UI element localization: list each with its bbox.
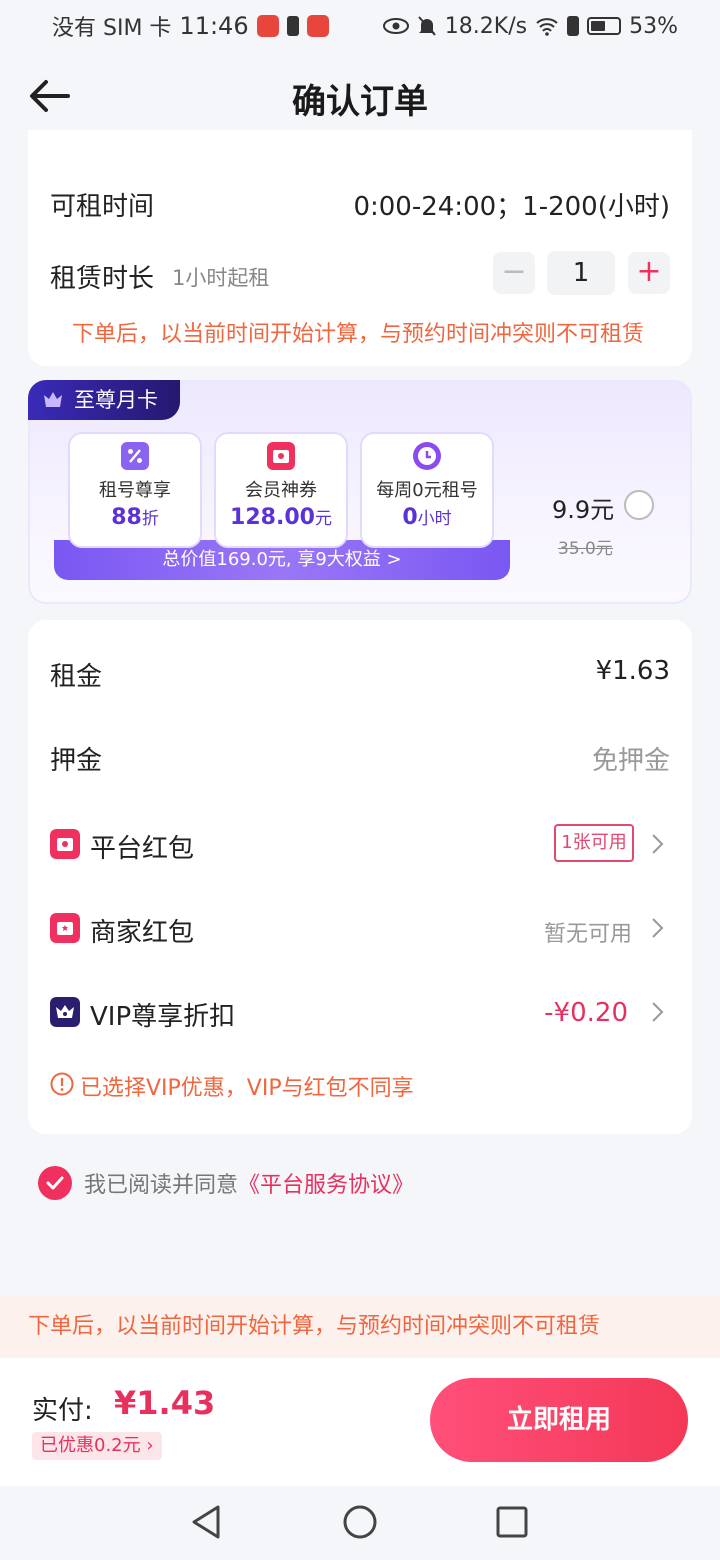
clock-icon [413, 442, 441, 470]
deposit-label: 押金 [50, 746, 103, 776]
benefit-value: 88折 [70, 504, 200, 530]
nav-back-icon[interactable] [190, 1504, 222, 1540]
pay-label: 实付: [32, 1396, 93, 1426]
clock: 11:46 [179, 12, 249, 40]
benefit-number: 0 [402, 505, 418, 530]
increase-button[interactable]: + [628, 252, 670, 294]
rent-value: ¥1.63 [595, 656, 670, 686]
app-notification-icon [306, 15, 329, 37]
page-title: 确认订单 [292, 82, 428, 122]
duration-hint: 1小时起租 [172, 266, 270, 290]
battery-level: 53% [629, 13, 678, 39]
checkbox-checked-icon[interactable] [38, 1166, 72, 1200]
carrier-text: 没有 SIM 卡 [52, 16, 172, 41]
quantity-value[interactable]: 1 [547, 251, 615, 295]
vip-select-radio[interactable] [624, 490, 654, 520]
merchant-red-packet-icon [50, 913, 80, 943]
duration-label: 租赁时长 [50, 264, 155, 294]
checkout-bar: 实付: ¥1.43 已优惠0.2元 › 立即租用 [0, 1358, 720, 1486]
rental-warning: 下单后，以当前时间开始计算，与预约时间冲突则不可租赁 [72, 322, 645, 347]
vip-tag: 至尊月卡 [28, 380, 180, 420]
benefit-title: 会员神券 [245, 480, 317, 501]
benefit-title: 每周0元租号 [376, 480, 478, 501]
saved-tag[interactable]: 已优惠0.2元 › [32, 1432, 162, 1460]
red-packet-icon [50, 829, 80, 859]
benefit-item: 每周0元租号 0小时 [360, 432, 494, 548]
merchant-coupon-label[interactable]: 商家红包 [90, 912, 194, 949]
app-notification-icon [256, 15, 279, 37]
vip-original-price: 35.0元 [558, 539, 613, 559]
alert-icon [567, 16, 580, 36]
benefit-panel[interactable]: 总价值169.0元, 享9大权益 > 租号尊享 88折 会员神券 128.00元… [54, 432, 510, 580]
chevron-right-icon[interactable] [651, 917, 665, 939]
chevron-right-icon: › [140, 1435, 154, 1456]
agreement-row[interactable]: 我已阅读并同意《平台服务协议》 [38, 1166, 414, 1200]
deposit-value: 免押金 [591, 746, 670, 776]
system-nav-bar [0, 1486, 720, 1560]
network-speed: 18.2K/s [444, 13, 528, 39]
benefit-number: 88 [111, 505, 142, 530]
saved-text: 已优惠0.2元 [40, 1435, 141, 1456]
available-time-value: 0:00-24:00；1-200(小时) [353, 192, 670, 222]
wifi-icon [536, 18, 558, 36]
benefit-unit: 元 [314, 509, 332, 529]
available-time-label: 可租时间 [50, 192, 155, 222]
crown-icon [44, 392, 62, 407]
benefit-value: 0小时 [362, 504, 492, 530]
vip-crown-icon [50, 997, 80, 1027]
agreement-text: 我已阅读并同意 [84, 1173, 239, 1198]
coupon-available-tag[interactable]: 1张可用 [554, 824, 634, 862]
vip-discount-value: -¥0.20 [544, 998, 628, 1028]
agreement-link[interactable]: 《平台服务协议》 [238, 1173, 414, 1198]
nav-home-icon[interactable] [342, 1504, 378, 1540]
vip-discount-label[interactable]: VIP尊享折扣 [90, 996, 235, 1033]
rental-info-card: 可租时间 0:00-24:00；1-200(小时) 租赁时长 1小时起租 − 1… [28, 130, 692, 366]
fees-card: 租金 ¥1.63 押金 免押金 平台红包 1张可用 商家红包 暂无可用 VIP尊… [28, 620, 692, 1134]
rent-now-button[interactable]: 立即租用 [430, 1378, 688, 1462]
status-bar: 没有 SIM 卡 11:46 18.2K/s 53% [0, 0, 720, 52]
chevron-right-icon[interactable] [651, 1001, 665, 1023]
benefit-unit: 小时 [417, 509, 452, 529]
notice-bar: 下单后，以当前时间开始计算，与预约时间冲突则不可租赁 [0, 1296, 720, 1358]
merchant-coupon-value: 暂无可用 [543, 922, 632, 947]
benefit-item: 租号尊享 88折 [68, 432, 202, 548]
benefit-item: 会员神券 128.00元 [214, 432, 348, 548]
benefit-value: 128.00元 [216, 504, 346, 530]
benefit-number: 128.00 [230, 505, 315, 530]
battery-icon [587, 17, 622, 35]
vip-notice: 已选择VIP优惠，VIP与红包不同享 [80, 1076, 414, 1101]
platform-coupon-label[interactable]: 平台红包 [90, 828, 194, 865]
rent-label: 租金 [50, 662, 103, 692]
chevron-right-icon[interactable] [651, 833, 665, 855]
vip-tag-label: 至尊月卡 [74, 388, 158, 412]
header: 确认订单 [0, 52, 720, 140]
eye-icon [382, 18, 409, 34]
vip-price: 9.9元 [552, 496, 615, 524]
alert-icon [286, 16, 299, 36]
nav-recents-icon[interactable] [496, 1506, 528, 1538]
vip-card[interactable]: 至尊月卡 总价值169.0元, 享9大权益 > 租号尊享 88折 会员神券 12… [28, 380, 692, 604]
info-icon [50, 1072, 74, 1096]
benefit-title: 租号尊享 [99, 480, 171, 501]
pay-amount: ¥1.43 [114, 1384, 216, 1422]
decrease-button[interactable]: − [493, 252, 535, 294]
percent-icon [121, 442, 149, 470]
mute-bell-icon [418, 16, 436, 36]
gift-icon [267, 442, 295, 470]
benefit-unit: 折 [141, 509, 159, 529]
